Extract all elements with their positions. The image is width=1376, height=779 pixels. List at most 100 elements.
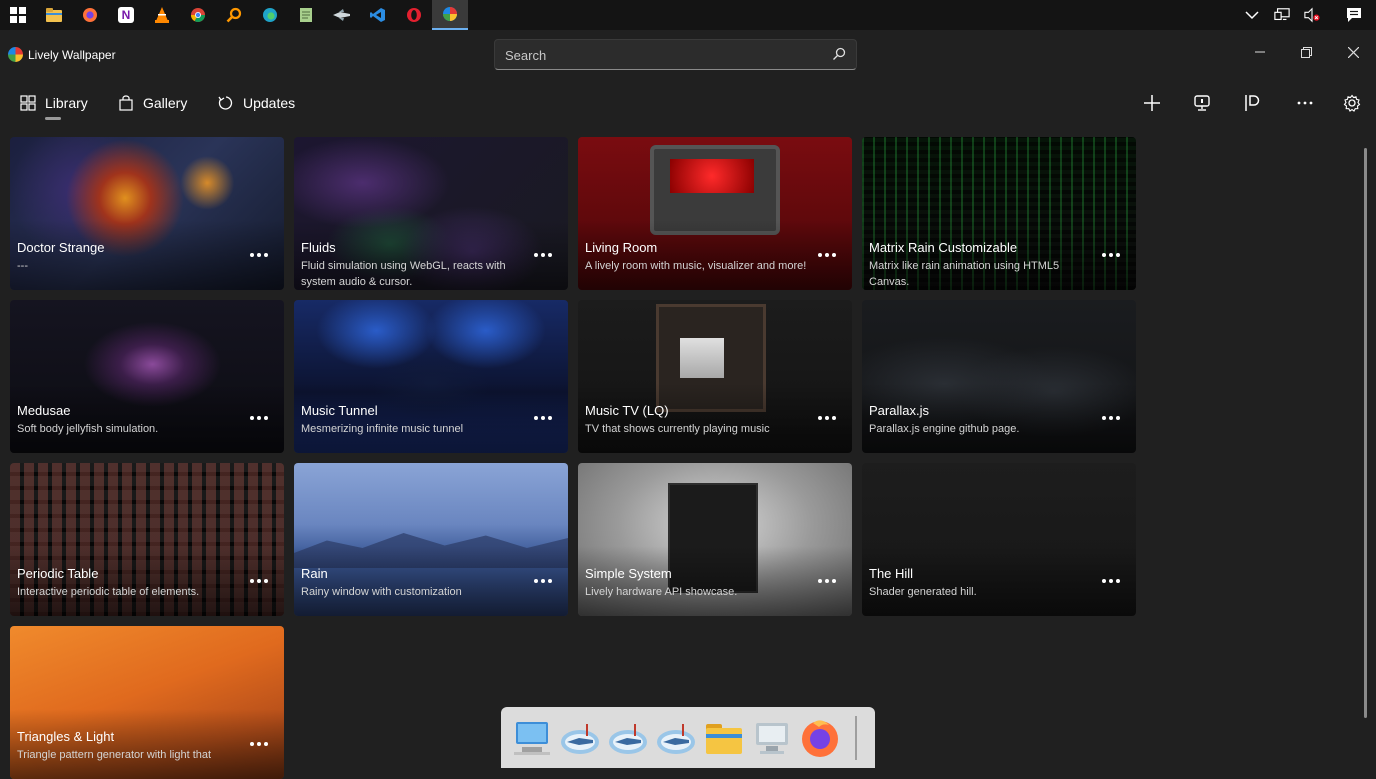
notifications-icon[interactable] bbox=[1346, 7, 1362, 23]
wallpaper-more-button[interactable] bbox=[818, 575, 840, 587]
wallpaper-more-button[interactable] bbox=[818, 249, 840, 261]
search-input[interactable] bbox=[505, 46, 815, 64]
network-icon[interactable] bbox=[1274, 7, 1290, 23]
wallpaper-title: Doctor Strange bbox=[17, 240, 105, 255]
wallpaper-card-living-room[interactable]: Living Room A lively room with music, vi… bbox=[578, 137, 852, 290]
onenote-icon[interactable]: N bbox=[108, 0, 144, 30]
wallpaper-description: Fluid simulation using WebGL, reacts wit… bbox=[301, 260, 506, 288]
wallpaper-title: Matrix Rain Customizable bbox=[869, 240, 1018, 255]
customize-button[interactable] bbox=[1239, 90, 1265, 116]
opera-icon[interactable] bbox=[396, 0, 432, 30]
windows-start-icon[interactable] bbox=[0, 0, 36, 30]
wallpaper-description: Mesmerizing infinite music tunnel bbox=[301, 423, 464, 435]
wallpaper-description: TV that shows currently playing music bbox=[585, 423, 770, 435]
wallpaper-description: Triangle pattern generator with light th… bbox=[17, 749, 212, 761]
display-icon bbox=[1194, 95, 1210, 111]
navigation-bar: Library Gallery Updates bbox=[0, 78, 1376, 128]
app-title: Lively Wallpaper bbox=[28, 48, 116, 62]
folder-icon[interactable] bbox=[703, 717, 745, 759]
wallpaper-card-music-tunnel[interactable]: Music Tunnel Mesmerizing infinite music … bbox=[294, 300, 568, 453]
chrome-icon[interactable] bbox=[180, 0, 216, 30]
volume-muted-icon[interactable] bbox=[1304, 7, 1320, 23]
window-titlebar: Lively Wallpaper bbox=[0, 30, 1376, 78]
notepad-icon[interactable] bbox=[288, 0, 324, 30]
search-app-icon[interactable] bbox=[216, 0, 252, 30]
wallpaper-title: Music TV (LQ) bbox=[585, 403, 669, 418]
tab-updates[interactable]: Updates bbox=[218, 92, 295, 114]
wallpaper-title: Living Room bbox=[585, 240, 658, 255]
wallpaper-more-button[interactable] bbox=[1102, 575, 1124, 587]
wallpaper-more-button[interactable] bbox=[250, 249, 272, 261]
computer-icon[interactable] bbox=[751, 717, 793, 759]
add-wallpaper-button[interactable] bbox=[1139, 90, 1165, 116]
restore-button[interactable] bbox=[1283, 36, 1329, 68]
wallpaper-card-fluids[interactable]: Fluids Fluid simulation using WebGL, rea… bbox=[294, 137, 568, 290]
minimize-button[interactable] bbox=[1237, 36, 1283, 68]
dock-separator bbox=[855, 715, 857, 760]
jet-icon[interactable] bbox=[607, 717, 649, 759]
vertical-scrollbar[interactable] bbox=[1364, 148, 1367, 718]
wallpaper-more-button[interactable] bbox=[250, 575, 272, 587]
wallpaper-card-simple-system[interactable]: Simple System Lively hardware API showca… bbox=[578, 463, 852, 616]
wallpaper-title: Triangles & Light bbox=[17, 729, 115, 744]
chevron-up-icon[interactable] bbox=[1244, 7, 1260, 23]
wallpaper-card-music-tv[interactable]: Music TV (LQ) TV that shows currently pl… bbox=[578, 300, 852, 453]
system-tray bbox=[1244, 0, 1362, 30]
display-button[interactable] bbox=[1189, 90, 1215, 116]
wallpaper-description: Soft body jellyfish simulation. bbox=[17, 423, 159, 435]
wallpaper-description: Shader generated hill. bbox=[869, 586, 977, 598]
wallpaper-description: --- bbox=[17, 260, 28, 272]
wallpaper-title: Simple System bbox=[585, 566, 672, 581]
wallpaper-card-triangles-light[interactable]: Triangles & Light Triangle pattern gener… bbox=[10, 626, 284, 779]
file-explorer-icon[interactable] bbox=[36, 0, 72, 30]
shopping-bag-icon bbox=[119, 95, 133, 111]
wallpaper-more-button[interactable] bbox=[250, 738, 272, 750]
fighter-jet-icon[interactable] bbox=[324, 0, 360, 30]
computer-icon[interactable] bbox=[511, 717, 553, 759]
wallpaper-card-matrix-rain[interactable]: Matrix Rain Customizable Matrix like rai… bbox=[862, 137, 1136, 290]
search-icon[interactable] bbox=[832, 47, 846, 61]
wallpaper-description: Parallax.js engine github page. bbox=[869, 423, 1020, 435]
wallpaper-more-button[interactable] bbox=[250, 412, 272, 424]
add-icon bbox=[1144, 95, 1160, 111]
jet-icon[interactable] bbox=[655, 717, 697, 759]
jet-icon[interactable] bbox=[559, 717, 601, 759]
edge-icon[interactable] bbox=[252, 0, 288, 30]
wallpaper-more-button[interactable] bbox=[534, 412, 556, 424]
settings-button[interactable] bbox=[1339, 90, 1365, 116]
tab-gallery[interactable]: Gallery bbox=[118, 92, 187, 114]
lively-logo-icon bbox=[8, 47, 23, 62]
wallpaper-description: Matrix like rain animation using HTML5 C… bbox=[869, 260, 1060, 288]
wallpaper-description: A lively room with music, visualizer and… bbox=[585, 260, 807, 272]
wallpaper-library-grid: Doctor Strange --- Fluids Fluid simulati… bbox=[10, 137, 1140, 779]
wallpaper-description: Lively hardware API showcase. bbox=[585, 586, 738, 598]
close-button[interactable] bbox=[1330, 36, 1376, 68]
wallpaper-more-button[interactable] bbox=[1102, 249, 1124, 261]
more-options-button[interactable] bbox=[1292, 90, 1318, 116]
tab-updates-label: Updates bbox=[243, 95, 296, 111]
wallpaper-more-button[interactable] bbox=[534, 575, 556, 587]
tab-library-label: Library bbox=[45, 95, 88, 111]
wallpaper-card-periodic-table[interactable]: Periodic Table Interactive periodic tabl… bbox=[10, 463, 284, 616]
library-grid-icon bbox=[20, 95, 36, 111]
wallpaper-card-medusae[interactable]: Medusae Soft body jellyfish simulation. bbox=[10, 300, 284, 453]
vscode-icon[interactable] bbox=[360, 0, 396, 30]
search-box[interactable] bbox=[494, 39, 857, 70]
tab-gallery-label: Gallery bbox=[143, 95, 188, 111]
wallpaper-card-parallax[interactable]: Parallax.js Parallax.js engine github pa… bbox=[862, 300, 1136, 453]
wallpaper-description: Rainy window with customization bbox=[301, 586, 462, 598]
tab-library[interactable]: Library bbox=[20, 92, 88, 114]
firefox-icon[interactable] bbox=[799, 717, 841, 759]
wallpaper-more-button[interactable] bbox=[818, 412, 840, 424]
wallpaper-card-doctor-strange[interactable]: Doctor Strange --- bbox=[10, 137, 284, 290]
lively-wallpaper-taskbar-icon[interactable] bbox=[432, 0, 468, 30]
wallpaper-card-rain[interactable]: Rain Rainy window with customization bbox=[294, 463, 568, 616]
wallpaper-title: Music Tunnel bbox=[301, 403, 378, 418]
wallpaper-more-button[interactable] bbox=[534, 249, 556, 261]
wallpaper-more-button[interactable] bbox=[1102, 412, 1124, 424]
wallpaper-title: Periodic Table bbox=[17, 566, 99, 581]
wallpaper-card-the-hill[interactable]: The Hill Shader generated hill. bbox=[862, 463, 1136, 616]
vlc-icon[interactable] bbox=[144, 0, 180, 30]
windows-taskbar: N bbox=[0, 0, 1376, 30]
firefox-icon[interactable] bbox=[72, 0, 108, 30]
